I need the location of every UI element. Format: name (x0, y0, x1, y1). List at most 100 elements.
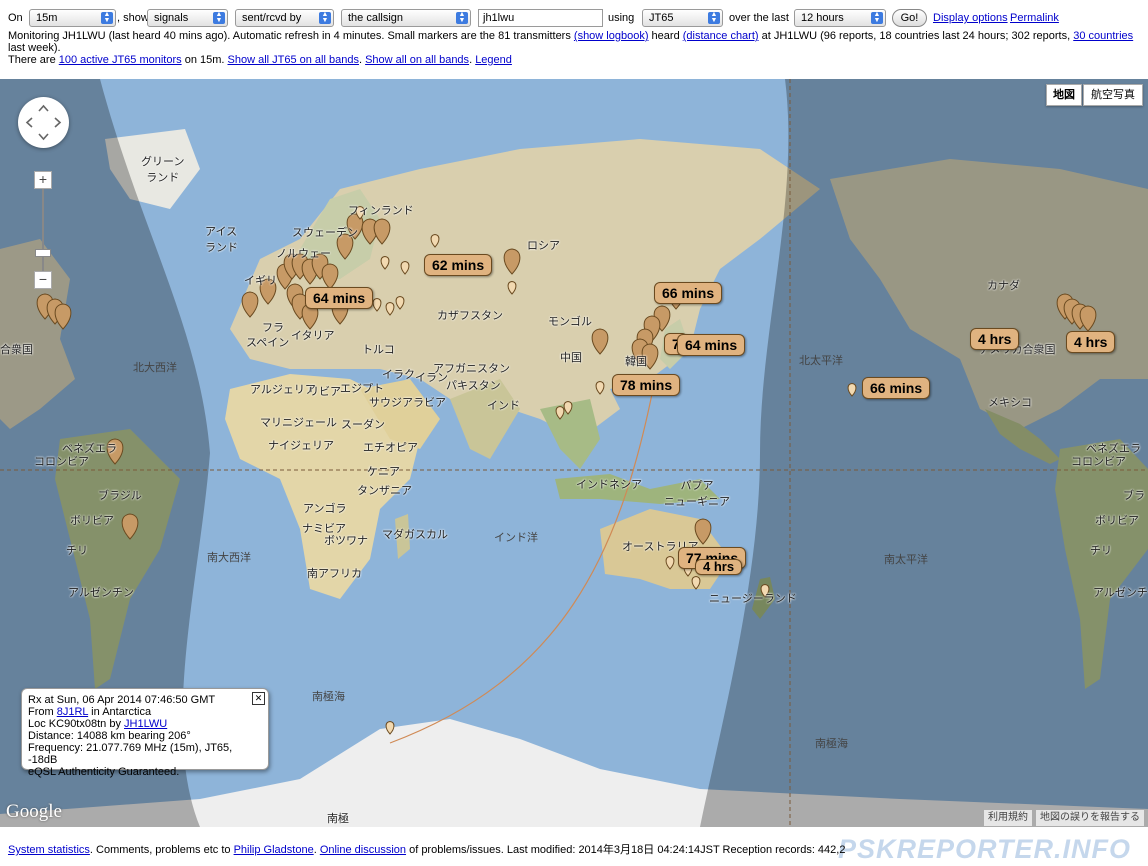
label-angola: アンゴラ (303, 502, 347, 515)
online-discussion-link[interactable]: Online discussion (320, 844, 406, 856)
show-all-jt65-link[interactable]: Show all JT65 on all bands (228, 54, 359, 66)
show-label: , show (117, 12, 149, 24)
mode-select[interactable]: JT65 ▲ ▼ (642, 9, 723, 27)
time-callout[interactable]: 66 mins (862, 377, 931, 399)
station-marker[interactable] (385, 301, 395, 316)
report-error-link[interactable]: 地図の誤りを報告する (1036, 810, 1144, 826)
pan-arrows-icon (25, 104, 62, 141)
label-sweden: スウェーデン (292, 226, 358, 239)
show-select-value: signals (154, 12, 189, 24)
time-callout[interactable]: 4 hrs (1066, 331, 1116, 353)
time-callout[interactable]: 62 mins (424, 254, 493, 276)
popup-from-callsign-link[interactable]: 8J1RL (57, 706, 88, 718)
transmitter-marker[interactable] (54, 303, 72, 330)
popup-rx-time: Rx at Sun, 06 Apr 2014 07:46:50 GMT (28, 694, 216, 706)
label-nigeria: ナイジェリア (268, 439, 334, 452)
zoom-slider-handle[interactable] (35, 249, 51, 257)
transmitter-marker[interactable] (591, 328, 609, 355)
label-algeria: アルジェリア (250, 383, 316, 396)
author-link[interactable]: Philip Gladstone (234, 844, 314, 856)
select-arrows-icon: ▲ ▼ (456, 11, 468, 24)
label-north-pacific: 北太平洋 (799, 354, 843, 367)
map-canvas[interactable]: グリーン ランド フィンランド スウェーデン アイス ランド ノルウェー イギリ… (0, 79, 1148, 827)
on-label: On (8, 12, 23, 24)
station-marker[interactable] (507, 280, 517, 295)
active-monitors-link[interactable]: 100 active JT65 monitors (59, 54, 182, 66)
label-south-pacific: 南太平洋 (884, 553, 928, 566)
label-indian-ocean: インド洋 (494, 531, 538, 544)
label-tanzania: タンザニア (357, 484, 412, 497)
callsign-input[interactable]: jh1lwu (478, 9, 603, 27)
distance-chart-link[interactable]: (distance chart) (683, 30, 759, 42)
close-icon[interactable]: ✕ (252, 692, 265, 705)
show-select[interactable]: signals ▲ ▼ (147, 9, 228, 27)
zoom-out-button[interactable]: − (34, 271, 52, 289)
map-type-map-button[interactable]: 地図 (1046, 84, 1082, 106)
station-marker[interactable] (691, 575, 701, 590)
label-chile-right: チリ (1090, 544, 1112, 557)
label-korea: 韓国 (625, 355, 647, 368)
time-callout[interactable]: 4 hrs (970, 328, 1020, 350)
time-callout[interactable]: 64 mins (677, 334, 746, 356)
system-statistics-link[interactable]: System statistics (8, 844, 90, 856)
target-select-value: the callsign (348, 12, 404, 24)
time-callout[interactable]: 78 mins (612, 374, 681, 396)
label-bolivia-left: ボリビア (70, 514, 114, 527)
zoom-slider-track[interactable] (42, 189, 44, 281)
display-options-link[interactable]: Display options (933, 9, 1008, 27)
label-botswana: ボツワナ (324, 534, 368, 547)
transmitter-marker[interactable] (121, 513, 139, 540)
station-marker[interactable] (400, 260, 410, 275)
countries-link[interactable]: 30 countries (1073, 30, 1133, 42)
popup-loc-label: Loc KC90tx08tn by (28, 718, 125, 730)
label-mongolia: モンゴル (548, 315, 592, 328)
target-select[interactable]: the callsign ▲ ▼ (341, 9, 471, 27)
map-type-satellite-button[interactable]: 航空写真 (1083, 84, 1143, 106)
transmitter-marker[interactable] (321, 263, 339, 290)
station-marker[interactable] (395, 295, 405, 310)
transmitter-marker[interactable] (373, 218, 391, 245)
station-marker[interactable] (372, 297, 382, 312)
pan-control[interactable] (18, 97, 69, 148)
zoom-in-button[interactable]: + (34, 171, 52, 189)
station-marker[interactable] (563, 400, 573, 415)
station-marker[interactable] (380, 255, 390, 270)
go-button[interactable]: Go! (892, 9, 927, 27)
transmitter-marker[interactable] (503, 248, 521, 275)
time-callout[interactable]: 66 mins (654, 282, 723, 304)
period-select[interactable]: 12 hours ▲ ▼ (794, 9, 886, 27)
reception-info-popup: ✕ Rx at Sun, 06 Apr 2014 07:46:50 GMT Fr… (21, 688, 269, 778)
station-marker[interactable] (847, 382, 857, 397)
label-png: パプア ニューギニア (664, 479, 730, 508)
station-marker[interactable] (385, 720, 395, 735)
legend-link[interactable]: Legend (475, 54, 512, 66)
station-marker[interactable] (665, 555, 675, 570)
time-callout[interactable]: 4 hrs (695, 559, 743, 575)
terms-link[interactable]: 利用規約 (984, 810, 1032, 826)
permalink-link[interactable]: Permalink (1010, 9, 1059, 27)
footer: System statistics. Comments, problems et… (8, 841, 845, 857)
show-all-bands-link[interactable]: Show all on all bands (365, 54, 469, 66)
popup-from-suffix: in Antarctica (88, 706, 152, 718)
transmitter-marker[interactable] (241, 291, 259, 318)
status-text: Monitoring JH1LWU (last heard 40 mins ag… (8, 30, 574, 42)
label-chile-left: チリ (66, 544, 88, 557)
direction-select[interactable]: sent/rcvd by ▲ ▼ (235, 9, 334, 27)
label-antarctica: 南極 (327, 812, 349, 825)
label-greenland: グリーン ランド (141, 155, 185, 184)
station-marker[interactable] (595, 380, 605, 395)
band-select[interactable]: 15m ▲ ▼ (29, 9, 116, 27)
popup-eqsl: eQSL Authenticity Guaranteed. (28, 766, 180, 778)
station-marker[interactable] (555, 405, 565, 420)
label-saudi: サウジアラビア (369, 396, 446, 409)
google-logo[interactable]: Google (6, 801, 62, 823)
time-callout[interactable]: 64 mins (305, 287, 374, 309)
using-label: using (608, 12, 635, 24)
transmitter-marker[interactable] (1079, 305, 1097, 332)
popup-receiver-link[interactable]: JH1LWU (124, 718, 167, 730)
show-logbook-link[interactable]: (show logbook) (574, 30, 649, 42)
station-marker[interactable] (430, 233, 440, 248)
label-brazil-left: ブラジル (98, 489, 142, 502)
period-select-value: 12 hours (801, 12, 844, 24)
label-norway: ノルウェー (276, 247, 331, 260)
